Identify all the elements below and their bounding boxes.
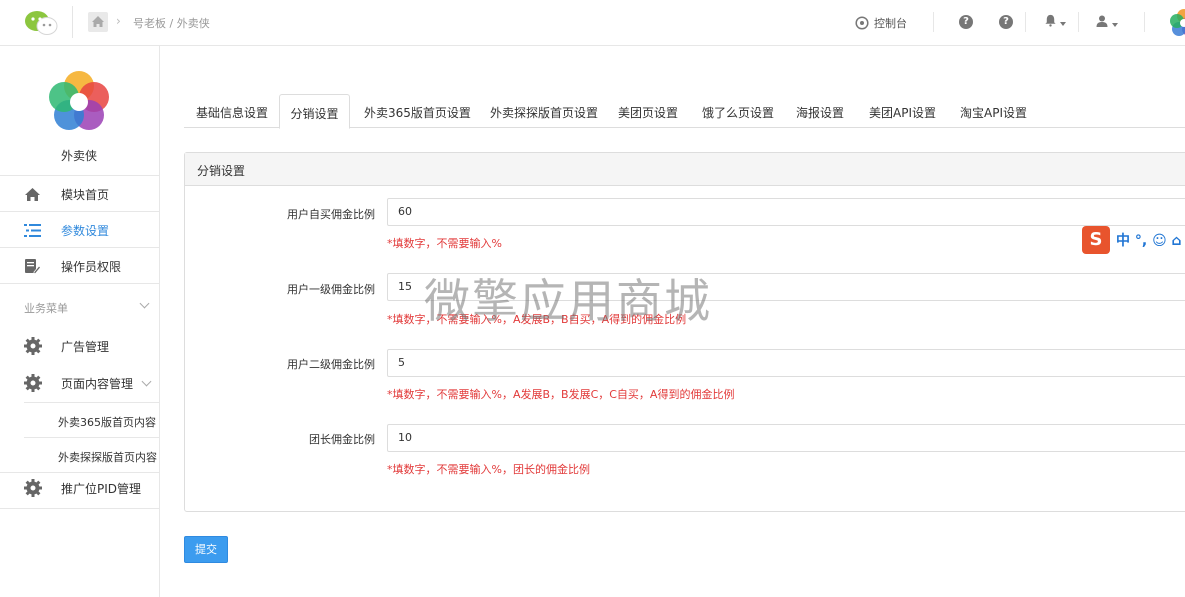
tab-taobao-api[interactable]: 淘宝API设置: [960, 94, 1027, 128]
sidebar-subitem-label: 外卖探探版首页内容: [58, 451, 157, 464]
home-icon: [25, 188, 40, 201]
caret-down-icon: [1112, 22, 1118, 27]
self-purchase-commission-input[interactable]: 60: [387, 198, 1185, 226]
settings-tabs: 基础信息设置 分销设置 外卖365版首页设置 外卖探探版首页设置 美团页设置 饿…: [184, 94, 1185, 129]
app-logo-icon[interactable]: [1169, 8, 1185, 38]
sidebar-item-label: 模块首页: [61, 188, 110, 202]
sidebar-subitem-label: 外卖365版首页内容: [58, 416, 156, 429]
gear-icon: [24, 374, 42, 392]
chevron-down-icon[interactable]: [139, 298, 150, 309]
field-hint: *填数字，不需要输入%: [387, 237, 502, 250]
sidebar-item-label: 页面内容管理: [61, 377, 134, 391]
sogou-ime-logo-icon: S: [1082, 226, 1110, 254]
field-label: 用户二级佣金比例: [287, 358, 375, 371]
sidebar-subitem-tantan-content[interactable]: 外卖探探版首页内容: [24, 437, 160, 472]
field-hint: *填数字，不需要输入%，团长的佣金比例: [387, 463, 590, 476]
app-name: 外卖侠: [60, 149, 97, 163]
tab-meituan-page[interactable]: 美团页设置: [618, 94, 678, 128]
divider: [0, 283, 160, 284]
sidebar-item-pid-management[interactable]: 推广位PID管理: [0, 470, 160, 506]
ime-status-text: 中 °, ☺ ⌂: [1116, 233, 1182, 249]
sidebar-item-module-home[interactable]: 模块首页: [0, 175, 160, 211]
divider: [72, 6, 73, 38]
ime-toolbar[interactable]: S 中 °, ☺ ⌂: [1082, 226, 1185, 254]
console-label: 控制台: [874, 17, 907, 30]
tab-distribution[interactable]: 分销设置: [279, 94, 350, 129]
divider: [933, 12, 934, 32]
divider: [0, 508, 160, 509]
divider: [1144, 12, 1145, 32]
panel-title: 分销设置: [185, 153, 1185, 186]
edit-document-icon: [25, 259, 41, 274]
sidebar-subitem-365-content[interactable]: 外卖365版首页内容: [24, 402, 160, 437]
tab-meituan-api[interactable]: 美团API设置: [869, 94, 936, 128]
divider: [1025, 12, 1026, 32]
chevron-down-icon[interactable]: [141, 376, 152, 387]
console-link[interactable]: 控制台: [855, 14, 907, 32]
tab-poster[interactable]: 海报设置: [796, 94, 844, 128]
field-hint: *填数字，不需要输入%，A发展B，B发展C，C自买，A得到的佣金比例: [387, 388, 735, 401]
distribution-settings-panel: 分销设置 用户自买佣金比例 60 *填数字，不需要输入% 用户一级佣金比例 15…: [184, 152, 1185, 512]
divider: [1078, 12, 1079, 32]
tab-365-home[interactable]: 外卖365版首页设置: [364, 94, 471, 128]
sidebar-item-label: 操作员权限: [61, 260, 122, 274]
sidebar-item-label: 广告管理: [61, 340, 110, 354]
breadcrumb-arrow-icon: ›: [116, 14, 121, 28]
field-label: 用户自买佣金比例: [287, 208, 375, 221]
field-label: 团长佣金比例: [309, 433, 375, 446]
home-icon[interactable]: [88, 12, 108, 32]
gear-icon: [24, 479, 42, 497]
sidebar-item-page-content[interactable]: 页面内容管理: [0, 365, 160, 401]
app-logo-icon: [49, 71, 109, 130]
sidebar-item-label: 参数设置: [61, 224, 110, 238]
section-title: 业务菜单: [24, 302, 68, 315]
leader-commission-input[interactable]: 10: [387, 424, 1185, 452]
tab-eleme-page[interactable]: 饿了么页设置: [702, 94, 774, 128]
field-label: 用户一级佣金比例: [287, 283, 375, 296]
tab-tantan-home[interactable]: 外卖探探版首页设置: [490, 94, 598, 128]
notification-bell-icon[interactable]: [1044, 14, 1066, 30]
sidebar-item-label: 推广位PID管理: [61, 482, 142, 496]
sidebar-item-parameter-settings[interactable]: 参数设置: [0, 211, 160, 247]
top-bar: › 号老板 / 外卖侠 控制台 ? ?: [0, 0, 1185, 46]
user-icon[interactable]: [1095, 14, 1118, 31]
list-icon: [24, 224, 41, 237]
wechat-logo-icon[interactable]: [24, 10, 58, 36]
sidebar: 外卖侠 模块首页 参数设置 操作员权限 业务菜单 广告管理 页面内容管理 外卖3…: [0, 46, 160, 597]
sidebar-item-ad-management[interactable]: 广告管理: [0, 328, 160, 364]
watermark: 微擎应用商城: [424, 274, 712, 328]
caret-down-icon: [1060, 21, 1066, 26]
submit-button[interactable]: 提交: [184, 536, 228, 563]
dashboard-icon: [855, 16, 869, 30]
help-icon[interactable]: ?: [959, 15, 973, 29]
sidebar-item-operator-permissions[interactable]: 操作员权限: [0, 247, 160, 283]
tab-basic-info[interactable]: 基础信息设置: [196, 94, 268, 128]
gear-icon: [24, 337, 42, 355]
help-icon[interactable]: ?: [999, 15, 1013, 29]
level2-commission-input[interactable]: 5: [387, 349, 1185, 377]
breadcrumb[interactable]: 号老板 / 外卖侠: [133, 15, 210, 31]
